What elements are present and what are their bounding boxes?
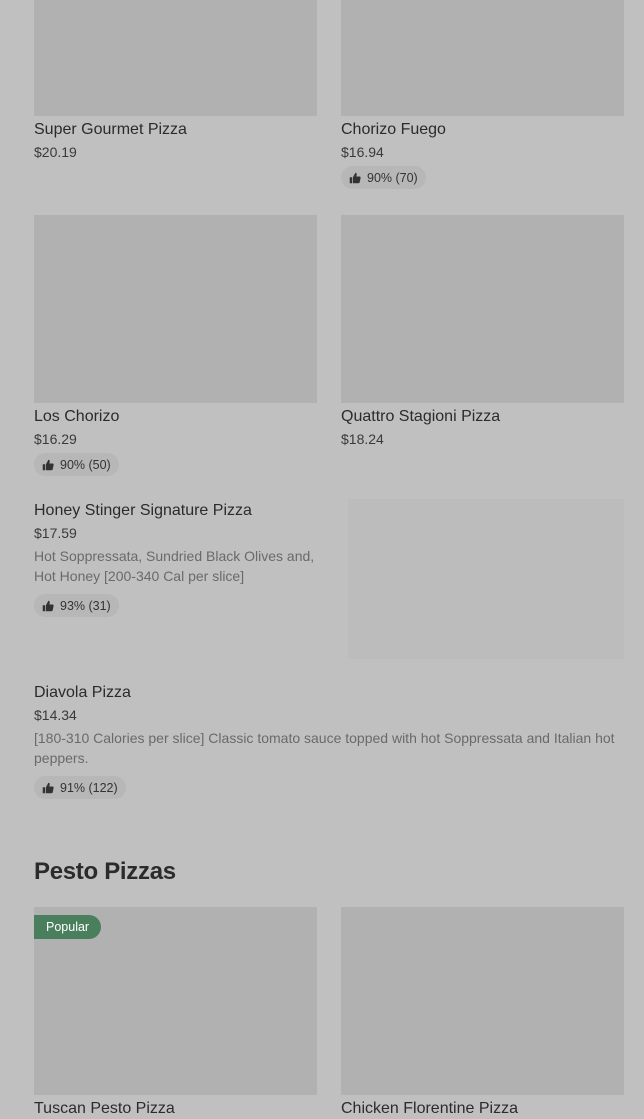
menu-item-card[interactable]: Chorizo Fuego $16.94 90% (70) — [341, 0, 624, 189]
item-price: $14.34 — [34, 707, 77, 723]
item-price: $16.94 — [341, 144, 384, 160]
item-name: Chicken Florentine Pizza — [341, 1100, 518, 1117]
menu-item-card[interactable]: Quattro Stagioni Pizza $18.24 — [341, 215, 624, 448]
menu-list-item[interactable]: Diavola Pizza $14.34 [180-310 Calories p… — [34, 683, 624, 799]
item-name: Super Gourmet Pizza — [34, 121, 187, 138]
rating-text: 91% (122) — [60, 780, 118, 795]
menu-item-card[interactable]: Los Chorizo $16.29 90% (50) — [34, 215, 317, 476]
item-name: Los Chorizo — [34, 408, 120, 425]
item-name: Honey Stinger Signature Pizza — [34, 502, 252, 519]
rating-badge: 91% (122) — [34, 776, 126, 799]
thumbs-up-icon — [42, 782, 54, 793]
item-price: $16.29 — [34, 431, 77, 447]
item-image[interactable] — [34, 0, 317, 116]
rating-badge: 90% (70) — [341, 166, 426, 189]
popular-badge: Popular — [34, 915, 102, 939]
rating-badge: 90% (50) — [34, 453, 119, 476]
item-description: Hot Soppressata, Sundried Black Olives a… — [34, 548, 315, 584]
rating-badge: 93% (31) — [34, 594, 119, 617]
menu-list-item[interactable]: Honey Stinger Signature Pizza $17.59 Hot… — [34, 501, 324, 617]
rating-text: 90% (70) — [367, 170, 418, 185]
item-image[interactable] — [341, 215, 624, 403]
item-description: [180-310 Calories per slice] Classic tom… — [34, 730, 615, 766]
item-name: Chorizo Fuego — [341, 121, 446, 138]
item-name: Tuscan Pesto Pizza — [34, 1100, 175, 1117]
item-image[interactable]: Popular — [34, 907, 317, 1095]
item-image[interactable] — [34, 215, 317, 403]
rating-text: 93% (31) — [60, 598, 111, 613]
thumbs-up-icon — [349, 172, 361, 183]
item-name: Quattro Stagioni Pizza — [341, 408, 501, 425]
item-image[interactable] — [341, 0, 624, 116]
rating-text: 90% (50) — [60, 457, 111, 472]
item-image[interactable] — [341, 907, 624, 1095]
item-price: $18.24 — [341, 431, 384, 447]
section-title: Pesto Pizzas — [34, 858, 176, 885]
thumbs-up-icon — [42, 459, 54, 470]
menu-item-card[interactable]: Chicken Florentine Pizza — [341, 907, 624, 1119]
item-image[interactable] — [348, 499, 624, 659]
item-price: $20.19 — [34, 144, 77, 160]
thumbs-up-icon — [42, 600, 54, 611]
menu-item-card[interactable]: Popular Tuscan Pesto Pizza — [34, 907, 317, 1119]
item-price: $17.59 — [34, 525, 77, 541]
menu-item-card[interactable]: Super Gourmet Pizza $20.19 — [34, 0, 317, 161]
item-name: Diavola Pizza — [34, 684, 131, 701]
menu-page: Super Gourmet Pizza $20.19 Chorizo Fuego… — [0, 0, 644, 1119]
